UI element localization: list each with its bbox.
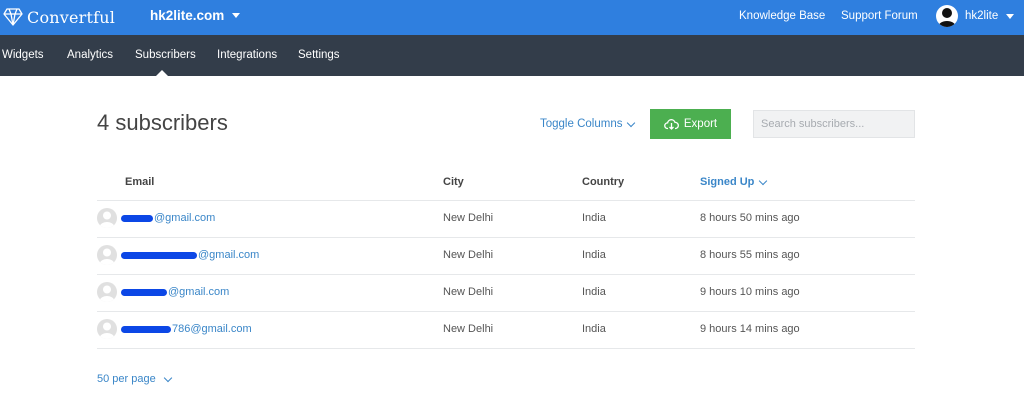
- redaction-mark: [121, 288, 167, 296]
- tab-subscribers[interactable]: Subscribers: [135, 49, 196, 61]
- column-header-country[interactable]: Country: [582, 176, 624, 188]
- table-row[interactable]: @gmail.com New Delhi India 8 hours 55 mi…: [97, 237, 915, 274]
- subscriber-country: India: [582, 212, 606, 224]
- tab-integrations[interactable]: Integrations: [217, 49, 277, 61]
- default-user-icon: [99, 248, 115, 265]
- avatar: [97, 282, 117, 302]
- caret-down-icon: [1006, 13, 1015, 19]
- subscriber-country: India: [582, 249, 606, 261]
- page-title: 4 subscribers: [97, 110, 228, 135]
- cloud-download-icon: [664, 119, 679, 130]
- table-row[interactable]: @gmail.com New Delhi India 8 hours 50 mi…: [97, 200, 915, 237]
- chevron-down-icon: [627, 118, 636, 127]
- subscriber-signed-up: 9 hours 10 mins ago: [700, 286, 800, 298]
- support-forum-link[interactable]: Support Forum: [841, 10, 918, 22]
- brand-name: Convertful: [27, 7, 116, 27]
- subscriber-email[interactable]: 786@gmail.com: [121, 323, 252, 335]
- table-row[interactable]: 786@gmail.com New Delhi India 9 hours 14…: [97, 311, 915, 348]
- redaction-mark: [121, 251, 197, 259]
- tab-widgets[interactable]: Widgets: [2, 49, 44, 61]
- top-bar: Convertful hk2lite.com Knowledge Base Su…: [0, 0, 1024, 35]
- search-input[interactable]: [753, 110, 915, 138]
- subscriber-email[interactable]: @gmail.com: [121, 249, 259, 261]
- per-page-label: 50 per page: [97, 373, 156, 385]
- avatar: [97, 208, 117, 228]
- redaction-mark: [121, 325, 171, 333]
- nav-bar: Widgets Analytics Subscribers Integratio…: [0, 35, 1024, 76]
- subscriber-email[interactable]: @gmail.com: [121, 286, 229, 298]
- subscriber-signed-up: 9 hours 14 mins ago: [700, 323, 800, 335]
- subscriber-city: New Delhi: [443, 212, 494, 224]
- avatar: [97, 319, 117, 339]
- column-header-city[interactable]: City: [443, 176, 464, 188]
- brand-logo[interactable]: Convertful: [3, 6, 115, 28]
- user-avatar: [936, 5, 958, 27]
- subscriber-signed-up: 8 hours 50 mins ago: [700, 212, 800, 224]
- user-silhouette-icon: [938, 8, 956, 27]
- toggle-columns-dropdown[interactable]: Toggle Columns: [540, 118, 636, 130]
- column-header-email[interactable]: Email: [125, 176, 154, 188]
- export-button[interactable]: Export: [650, 109, 731, 139]
- toggle-columns-label: Toggle Columns: [540, 118, 623, 130]
- subscriber-signed-up: 8 hours 55 mins ago: [700, 249, 800, 261]
- subscriber-email[interactable]: @gmail.com: [121, 212, 215, 224]
- site-name: hk2lite.com: [150, 8, 225, 23]
- default-user-icon: [99, 322, 115, 339]
- column-header-signed-up[interactable]: Signed Up: [700, 176, 768, 188]
- knowledge-base-link[interactable]: Knowledge Base: [739, 10, 825, 22]
- default-user-icon: [99, 211, 115, 228]
- row-divider: [97, 348, 915, 349]
- per-page-selector[interactable]: 50 per page: [97, 373, 172, 385]
- user-menu[interactable]: hk2lite: [936, 5, 1015, 27]
- subscriber-country: India: [582, 323, 606, 335]
- active-tab-indicator: [156, 70, 168, 76]
- tab-analytics[interactable]: Analytics: [67, 49, 113, 61]
- diamond-icon: [3, 8, 23, 26]
- column-header-signed-up-label: Signed Up: [700, 176, 755, 188]
- chevron-down-icon: [163, 373, 172, 382]
- subscriber-city: New Delhi: [443, 323, 494, 335]
- table-row[interactable]: @gmail.com New Delhi India 9 hours 10 mi…: [97, 274, 915, 311]
- avatar: [97, 245, 117, 265]
- subscriber-country: India: [582, 286, 606, 298]
- user-name: hk2lite: [965, 10, 999, 22]
- export-label: Export: [683, 118, 718, 130]
- site-selector[interactable]: hk2lite.com: [150, 8, 241, 23]
- tab-settings[interactable]: Settings: [298, 49, 340, 61]
- caret-down-icon: [232, 13, 241, 18]
- sort-descending-icon: [759, 176, 768, 185]
- redaction-mark: [121, 214, 153, 222]
- subscriber-city: New Delhi: [443, 249, 494, 261]
- default-user-icon: [99, 285, 115, 302]
- subscriber-city: New Delhi: [443, 286, 494, 298]
